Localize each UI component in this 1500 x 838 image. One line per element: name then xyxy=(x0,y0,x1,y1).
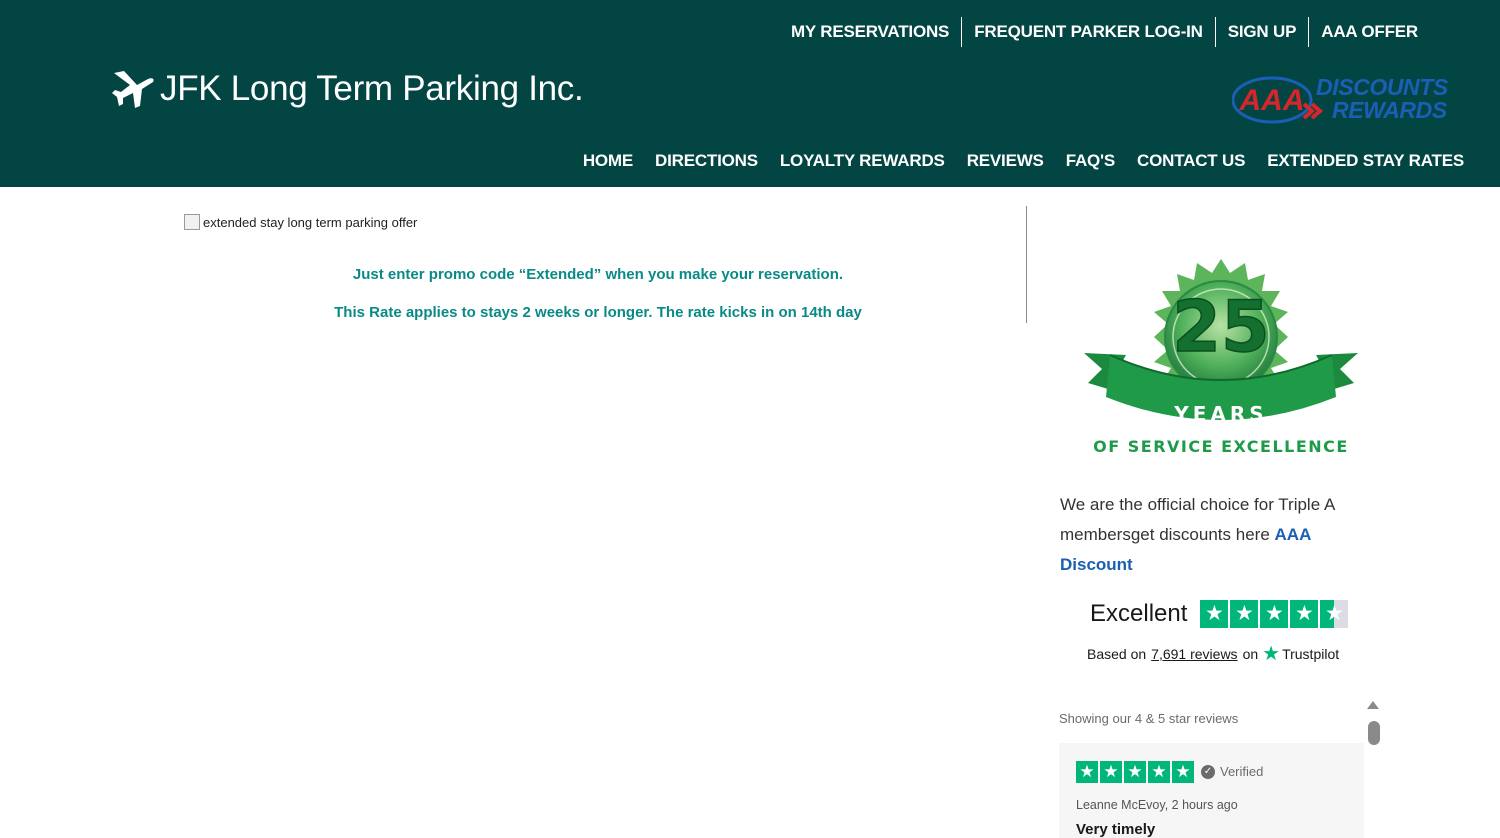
top-nav: MY RESERVATIONS FREQUENT PARKER LOG-IN S… xyxy=(779,17,1430,47)
scroll-up-arrow-icon[interactable] xyxy=(1367,701,1379,709)
25-years-badge: 25 YEARS OF SERVICE EXCELLENCE xyxy=(1080,255,1362,460)
review-card[interactable]: ★ ★ ★ ★ ★ ✓ Verified Leanne McEvoy, 2 ho… xyxy=(1059,743,1364,838)
star-icon: ★ xyxy=(1148,761,1170,783)
column-divider xyxy=(1026,206,1027,323)
trustpilot-star-icon: ★ xyxy=(1262,643,1281,665)
star-icon: ★ xyxy=(1100,761,1122,783)
trustpilot-rating-text: Excellent xyxy=(1090,600,1188,627)
aaa-choice-text: We are the official choice for Triple A … xyxy=(1060,490,1360,580)
nav-faqs[interactable]: FAQ'S xyxy=(1066,148,1116,174)
airplane-icon xyxy=(112,71,154,108)
review-stars: ★ ★ ★ ★ ★ xyxy=(1076,761,1196,783)
nav-contact-us[interactable]: CONTACT US xyxy=(1137,148,1245,174)
sign-up-link[interactable]: SIGN UP xyxy=(1216,17,1309,47)
site-logo[interactable]: JFK Long Term Parking Inc. xyxy=(110,66,584,112)
star-icon: ★ xyxy=(1076,761,1098,783)
showing-reviews-text: Showing our 4 & 5 star reviews xyxy=(1059,711,1239,726)
check-icon: ✓ xyxy=(1201,764,1215,779)
offer-image-alt: extended stay long term parking offer xyxy=(203,214,418,230)
nav-home[interactable]: HOME xyxy=(583,148,633,174)
rate-terms-text: This Rate applies to stays 2 weeks or lo… xyxy=(334,304,862,321)
offer-image: extended stay long term parking offer xyxy=(184,214,417,230)
site-header: MY RESERVATIONS FREQUENT PARKER LOG-IN S… xyxy=(0,0,1500,187)
aaa-discounts-text: DISCOUNTS xyxy=(1316,74,1448,100)
svg-text:YEARS: YEARS xyxy=(1173,402,1267,426)
star-icon: ★ xyxy=(1230,600,1259,628)
svg-text:25: 25 xyxy=(1172,286,1269,368)
verified-badge: ✓ Verified xyxy=(1201,764,1263,779)
star-icon: ★ xyxy=(1124,761,1146,783)
star-icon: ★ xyxy=(1260,600,1289,628)
aaa-rewards-text: REWARDS xyxy=(1332,97,1447,123)
broken-image-icon xyxy=(184,214,200,230)
aaa-offer-link[interactable]: AAA OFFER xyxy=(1309,17,1430,47)
nav-loyalty-rewards[interactable]: LOYALTY REWARDS xyxy=(780,148,945,174)
scrollbar-thumb[interactable] xyxy=(1368,721,1380,745)
nav-extended-stay-rates[interactable]: EXTENDED STAY RATES xyxy=(1267,148,1464,174)
nav-reviews[interactable]: REVIEWS xyxy=(967,148,1044,174)
half-star-icon: ★ xyxy=(1320,600,1349,628)
review-title: Very timely xyxy=(1076,821,1156,838)
svg-text:OF SERVICE EXCELLENCE: OF SERVICE EXCELLENCE xyxy=(1093,437,1349,456)
star-icon: ★ xyxy=(1172,761,1194,783)
verified-label: Verified xyxy=(1220,764,1264,779)
my-reservations-link[interactable]: MY RESERVATIONS xyxy=(779,17,961,47)
frequent-parker-login-link[interactable]: FREQUENT PARKER LOG-IN xyxy=(962,17,1215,47)
aaa-discounts-logo[interactable]: AAA DISCOUNTS REWARDS xyxy=(1232,74,1458,128)
nav-directions[interactable]: DIRECTIONS xyxy=(655,148,758,174)
review-author: Leanne McEvoy, 2 hours ago xyxy=(1076,798,1238,812)
reviews-count-link[interactable]: 7,691 reviews xyxy=(1151,646,1237,662)
svg-text:AAA: AAA xyxy=(1239,84,1305,117)
logo-text: JFK Long Term Parking Inc. xyxy=(160,69,584,108)
promo-code-text: Just enter promo code “Extended” when yo… xyxy=(352,266,844,283)
trustpilot-stars: ★ ★ ★ ★ ★ xyxy=(1200,600,1350,628)
main-nav: HOME DIRECTIONS LOYALTY REWARDS REVIEWS … xyxy=(561,148,1464,174)
trustpilot-brand: Trustpilot xyxy=(1282,646,1340,662)
star-icon: ★ xyxy=(1200,600,1229,628)
on-label: on xyxy=(1242,646,1259,662)
star-icon: ★ xyxy=(1290,600,1319,628)
based-on-label: Based on xyxy=(1087,646,1147,662)
